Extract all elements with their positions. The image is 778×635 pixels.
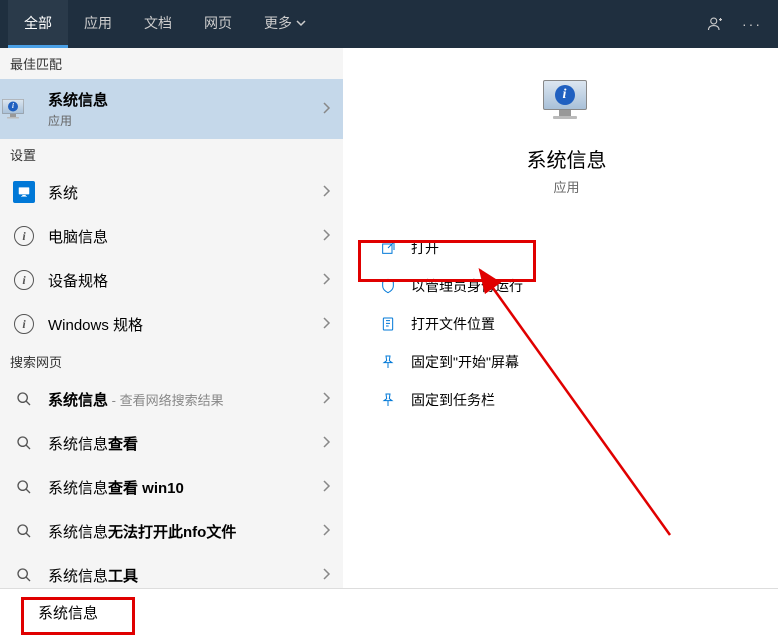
action-open[interactable]: 打开 — [355, 229, 778, 267]
action-pin-taskbar[interactable]: 固定到任务栏 — [355, 381, 778, 419]
web-item-prefix: 系统信息 — [48, 392, 108, 409]
best-match-title: 系统信息 — [48, 92, 108, 109]
header-tabs: 全部 应用 文档 网页 更多 — [8, 0, 322, 48]
section-settings: 设置 — [0, 139, 343, 170]
header-bar: 全部 应用 文档 网页 更多 ··· — [0, 0, 778, 48]
web-item-sub: - 查看网络搜索结果 — [108, 393, 224, 408]
action-open-location[interactable]: 打开文件位置 — [355, 305, 778, 343]
monitor-icon — [12, 180, 36, 204]
preview-panel: i 系统信息 应用 打开 以管理员身份运行 打开文件位置 — [355, 60, 778, 588]
sysinfo-icon: i — [12, 97, 36, 121]
chevron-right-icon — [321, 316, 331, 333]
info-icon: i — [12, 268, 36, 292]
main-content: 最佳匹配 i 系统信息 应用 设置 系统 — [0, 48, 778, 588]
web-item-suffix: 工具 — [108, 568, 138, 585]
action-label: 以管理员身份运行 — [411, 276, 523, 296]
best-match-item[interactable]: i 系统信息 应用 — [0, 79, 343, 139]
action-label: 固定到"开始"屏幕 — [411, 352, 519, 372]
web-item-prefix: 系统信息 — [48, 568, 108, 585]
settings-item-label: 设备规格 — [48, 270, 321, 291]
preview-subtitle: 应用 — [355, 177, 778, 196]
web-item-prefix: 系统信息 — [48, 480, 108, 497]
preview-header: i 系统信息 应用 — [355, 60, 778, 221]
web-item-prefix: 系统信息 — [48, 524, 108, 541]
web-item-suffix: 查看 — [108, 436, 138, 453]
open-icon — [379, 239, 397, 257]
admin-icon — [379, 277, 397, 295]
chevron-right-icon — [321, 272, 331, 289]
results-panel: 最佳匹配 i 系统信息 应用 设置 系统 — [0, 48, 343, 588]
action-label: 固定到任务栏 — [411, 390, 495, 410]
tab-all[interactable]: 全部 — [8, 0, 68, 48]
search-bar — [0, 588, 778, 635]
sysinfo-large-icon: i — [543, 80, 591, 128]
best-match-subtitle: 应用 — [48, 112, 321, 129]
search-icon — [12, 387, 36, 411]
folder-icon — [379, 315, 397, 333]
action-label: 打开文件位置 — [411, 314, 495, 334]
settings-item-device-specs[interactable]: i 设备规格 — [0, 258, 343, 302]
preview-title: 系统信息 — [355, 144, 778, 173]
tab-more-label: 更多 — [264, 13, 292, 33]
web-item-suffix: 查看 win10 — [108, 480, 184, 497]
actions-list: 打开 以管理员身份运行 打开文件位置 固定到"开始"屏幕 固定到任务栏 — [355, 221, 778, 427]
tab-web[interactable]: 网页 — [188, 0, 248, 48]
action-run-admin[interactable]: 以管理员身份运行 — [355, 267, 778, 305]
settings-item-windows-specs[interactable]: i Windows 规格 — [0, 302, 343, 346]
web-item[interactable]: 系统信息查看 win10 — [0, 465, 343, 509]
more-options-icon[interactable]: ··· — [742, 14, 762, 34]
settings-item-pcinfo[interactable]: i 电脑信息 — [0, 214, 343, 258]
tab-more[interactable]: 更多 — [248, 0, 322, 48]
header-right: ··· — [706, 14, 770, 34]
tab-documents[interactable]: 文档 — [128, 0, 188, 48]
chevron-right-icon — [321, 567, 331, 584]
chevron-right-icon — [321, 479, 331, 496]
pin-icon — [379, 353, 397, 371]
chevron-right-icon — [321, 101, 331, 118]
info-icon: i — [12, 312, 36, 336]
search-icon — [12, 431, 36, 455]
web-item[interactable]: 系统信息 - 查看网络搜索结果 — [0, 377, 343, 421]
action-label: 打开 — [411, 238, 439, 258]
web-item[interactable]: 系统信息工具 — [0, 553, 343, 588]
section-best-match: 最佳匹配 — [0, 48, 343, 79]
settings-item-label: 电脑信息 — [48, 226, 321, 247]
settings-item-label: Windows 规格 — [48, 314, 321, 335]
search-icon — [12, 563, 36, 587]
feedback-icon[interactable] — [706, 14, 726, 34]
action-pin-start[interactable]: 固定到"开始"屏幕 — [355, 343, 778, 381]
web-item-prefix: 系统信息 — [48, 436, 108, 453]
section-web: 搜索网页 — [0, 346, 343, 377]
settings-item-system[interactable]: 系统 — [0, 170, 343, 214]
search-icon — [12, 475, 36, 499]
search-icon — [12, 519, 36, 543]
info-icon: i — [12, 224, 36, 248]
web-item[interactable]: 系统信息无法打开此nfo文件 — [0, 509, 343, 553]
settings-item-label: 系统 — [48, 182, 321, 203]
chevron-right-icon — [321, 184, 331, 201]
web-item-suffix: 无法打开此nfo文件 — [108, 524, 236, 541]
tab-apps[interactable]: 应用 — [68, 0, 128, 48]
chevron-right-icon — [321, 228, 331, 245]
pin-icon — [379, 391, 397, 409]
chevron-right-icon — [321, 523, 331, 540]
search-input[interactable] — [38, 604, 766, 621]
web-item[interactable]: 系统信息查看 — [0, 421, 343, 465]
chevron-down-icon — [296, 15, 306, 31]
chevron-right-icon — [321, 435, 331, 452]
chevron-right-icon — [321, 391, 331, 408]
